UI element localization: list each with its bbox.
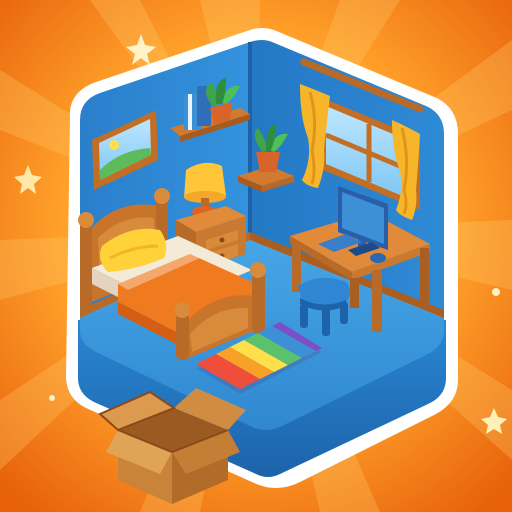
sparkle-dot (49, 395, 55, 401)
mouse (370, 253, 386, 263)
room-scene (0, 0, 512, 512)
app-icon[interactable] (0, 0, 512, 512)
sparkle-dot (492, 288, 500, 296)
